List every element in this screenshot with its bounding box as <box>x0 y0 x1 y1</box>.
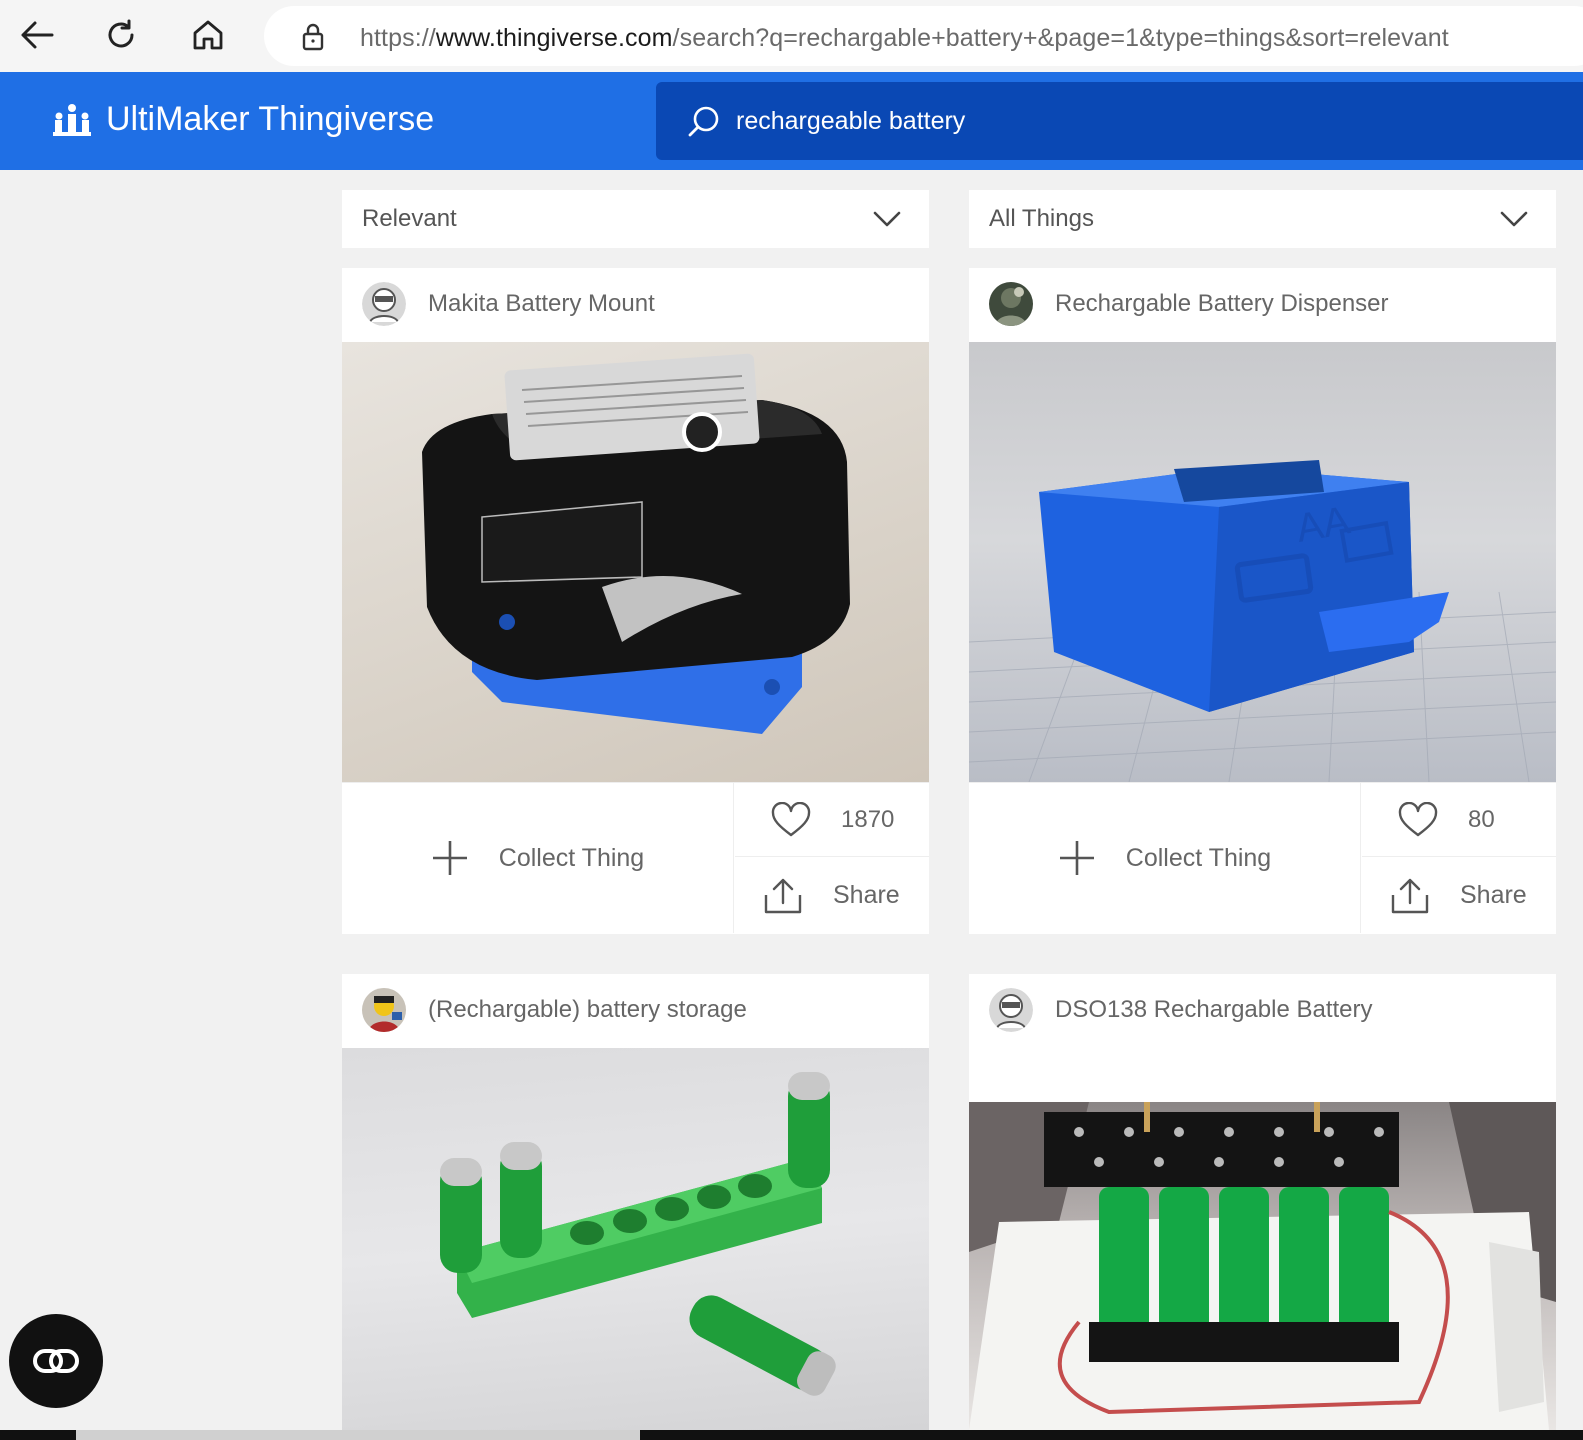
thing-card: DSO138 Rechargable Battery <box>969 974 1556 1430</box>
thing-card: Rechargable Battery Dispenser AA Collect… <box>969 268 1556 934</box>
home-icon <box>193 20 223 50</box>
refresh-icon <box>108 19 134 48</box>
svg-text:AA: AA <box>1293 498 1354 551</box>
url-text[interactable]: https://www.thingiverse.com/search?q=rec… <box>360 24 1449 53</box>
browser-toolbar: https://www.thingiverse.com/search?q=rec… <box>0 0 1583 72</box>
share-icon <box>764 878 802 913</box>
address-bar[interactable]: https://www.thingiverse.com/search?q=rec… <box>264 6 1583 66</box>
plus-icon <box>432 841 467 875</box>
site-logo[interactable]: UltiMaker Thingiverse <box>50 100 434 139</box>
card-header: Rechargable Battery Dispenser <box>969 268 1556 342</box>
search-input[interactable] <box>736 100 1536 142</box>
type-dropdown-label: All Things <box>989 205 1094 232</box>
reader-mode-button[interactable] <box>9 1314 103 1408</box>
thing-image[interactable] <box>342 1048 929 1430</box>
avatar[interactable] <box>362 988 406 1032</box>
chevron-down-icon <box>873 211 901 227</box>
card-title[interactable]: Rechargable Battery Dispenser <box>1055 290 1389 318</box>
search-bar[interactable] <box>656 82 1583 160</box>
share-button[interactable]: Share <box>1362 858 1556 933</box>
avatar[interactable] <box>989 282 1033 326</box>
avatar[interactable] <box>989 988 1033 1032</box>
collect-label: Collect Thing <box>498 843 645 872</box>
card-title[interactable]: DSO138 Rechargable Battery <box>1055 996 1373 1024</box>
home-button[interactable] <box>185 12 231 58</box>
url-host: www.thingiverse.com <box>435 24 673 52</box>
url-prefix: https:// <box>360 24 436 52</box>
card-header: Makita Battery Mount <box>342 268 929 342</box>
thing-image[interactable]: AA <box>969 342 1556 782</box>
like-count: 1870 <box>841 805 895 833</box>
heart-icon <box>771 801 811 836</box>
sort-dropdown-label: Relevant <box>362 205 457 232</box>
back-arrow-icon <box>21 21 54 49</box>
card-footer: Collect Thing 80 Share <box>969 782 1556 933</box>
like-button[interactable]: 1870 <box>735 783 929 857</box>
url-path: /search?q=rechargable+battery+&page=1&ty… <box>672 24 1449 52</box>
share-label: Share <box>1460 881 1527 909</box>
avatar[interactable] <box>362 282 406 326</box>
lock-icon[interactable] <box>298 22 328 52</box>
logo-text: UltiMaker Thingiverse <box>106 100 435 138</box>
like-button[interactable]: 80 <box>1362 783 1556 857</box>
share-icon <box>1391 878 1429 913</box>
share-label: Share <box>833 881 900 909</box>
like-count: 80 <box>1468 805 1495 833</box>
search-icon[interactable] <box>686 104 722 140</box>
thing-card: (Rechargable) battery storage <box>342 974 929 1430</box>
thing-card: Makita Battery Mount Collect Thing 1870 <box>342 268 929 934</box>
back-button[interactable] <box>14 12 60 58</box>
card-header: DSO138 Rechargable Battery <box>969 974 1556 1048</box>
logo-mark-icon <box>53 103 91 136</box>
refresh-button[interactable] <box>98 12 144 58</box>
collect-label: Collect Thing <box>1125 843 1272 872</box>
thing-image[interactable] <box>342 342 929 782</box>
site-header: UltiMaker Thingiverse <box>0 72 1583 170</box>
card-title[interactable]: (Rechargable) battery storage <box>428 996 747 1024</box>
card-footer: Collect Thing 1870 Share <box>342 782 929 933</box>
sort-dropdown[interactable]: Relevant <box>342 190 929 248</box>
collect-thing-button[interactable]: Collect Thing <box>969 783 1361 933</box>
plus-icon <box>1059 841 1094 875</box>
share-button[interactable]: Share <box>735 858 929 933</box>
card-header: (Rechargable) battery storage <box>342 974 929 1048</box>
collect-thing-button[interactable]: Collect Thing <box>342 783 734 933</box>
card-title[interactable]: Makita Battery Mount <box>428 290 655 318</box>
heart-icon <box>1398 801 1438 836</box>
type-dropdown[interactable]: All Things <box>969 190 1556 248</box>
thing-image[interactable] <box>969 1102 1556 1430</box>
reader-mode-icon <box>33 1349 79 1373</box>
taskbar-strip <box>0 1430 1583 1440</box>
chevron-down-icon <box>1500 211 1528 227</box>
